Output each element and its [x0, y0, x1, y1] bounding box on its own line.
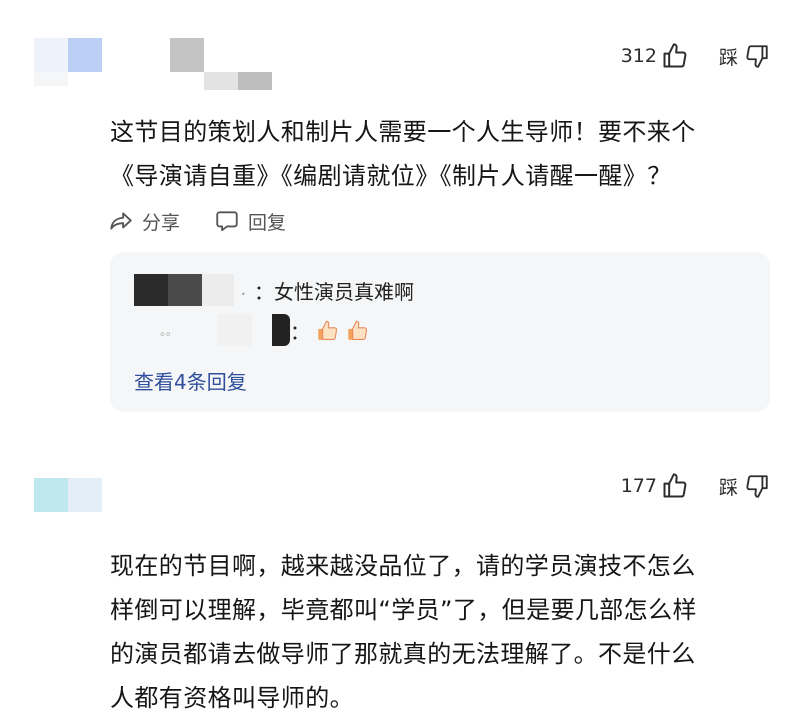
username-mosaic[interactable] — [134, 38, 274, 94]
thumbs-up-icon — [661, 472, 689, 500]
comment-text-line: 现在的节目啊，越来越没品位了，请的学员演技不怎么 — [110, 552, 696, 580]
view-more-replies-link[interactable]: 查看4条回复 — [134, 366, 247, 395]
comment-text-line: 这节目的策划人和制片人需要一个人生导师！要不来个 — [110, 118, 696, 146]
reply-preview-box: ． ：女性演员真难啊 。。 ： 查看4条回复 — [110, 252, 770, 412]
reply-preview-item[interactable]: 。。 ： — [134, 314, 370, 346]
vote-area: 312 踩 — [621, 40, 770, 72]
reply-author-mosaic — [134, 274, 234, 306]
share-button[interactable]: 分享 — [108, 208, 180, 235]
dislike-button[interactable]: 踩 — [719, 473, 770, 500]
thumbs-up-emoji — [314, 317, 340, 343]
like-count: 312 — [620, 45, 657, 67]
reply-preview-item[interactable]: ． ：女性演员真难啊 — [134, 274, 414, 306]
vote-area: 177 踩 — [621, 470, 770, 502]
comment-text-line: 样倒可以理解，毕竟都叫“学员”了，但是要几部怎么样 — [110, 596, 697, 624]
thumbs-down-icon — [744, 473, 770, 499]
avatar[interactable] — [34, 38, 102, 86]
comment-text-line: 《导演请自重》《编剧请就位》《制片人请醒一醒》？ — [110, 162, 672, 190]
comment-bubble-icon — [214, 208, 240, 234]
like-count: 177 — [620, 475, 657, 497]
reply-author-mosaic — [218, 314, 253, 346]
thumbs-down-icon — [744, 43, 770, 69]
comment-actions: 分享 回复 — [108, 204, 320, 238]
comment-item: 312 踩 这节目的策划人和制片人需要一个人生导师！要不来个 《导演请自重》《编… — [0, 0, 800, 430]
dislike-label: 踩 — [718, 46, 738, 69]
thumbs-up-emoji — [344, 317, 370, 343]
share-icon — [108, 208, 134, 234]
reply-text: ： — [290, 319, 311, 344]
comment-text-line: 人都有资格叫导师的。 — [110, 684, 354, 712]
reply-punct: 。。 — [160, 323, 179, 338]
like-button[interactable]: 177 — [621, 472, 689, 500]
dislike-label: 踩 — [718, 476, 738, 499]
reply-text: ：女性演员真难啊 — [254, 279, 414, 304]
comment-text: 这节目的策划人和制片人需要一个人生导师！要不来个 《导演请自重》《编剧请就位》《… — [110, 110, 768, 198]
comment-text: 现在的节目啊，越来越没品位了，请的学员演技不怎么 样倒可以理解，毕竟都叫“学员”… — [110, 544, 768, 720]
avatar[interactable] — [34, 478, 102, 512]
comment-text-line: 的演员都请去做导师了那就真的无法理解了。不是什么 — [110, 640, 696, 668]
dislike-button[interactable]: 踩 — [719, 43, 770, 70]
reply-punct: ． — [240, 283, 254, 299]
comment-item: 177 踩 现在的节目啊，越来越没品位了，请的学员演技不怎么 样倒可以理解，毕竟… — [0, 440, 800, 717]
like-button[interactable]: 312 — [621, 42, 689, 70]
thumbs-up-icon — [661, 42, 689, 70]
reply-label: 回复 — [248, 211, 287, 234]
reply-button[interactable]: 回复 — [214, 208, 286, 235]
share-label: 分享 — [142, 211, 181, 234]
